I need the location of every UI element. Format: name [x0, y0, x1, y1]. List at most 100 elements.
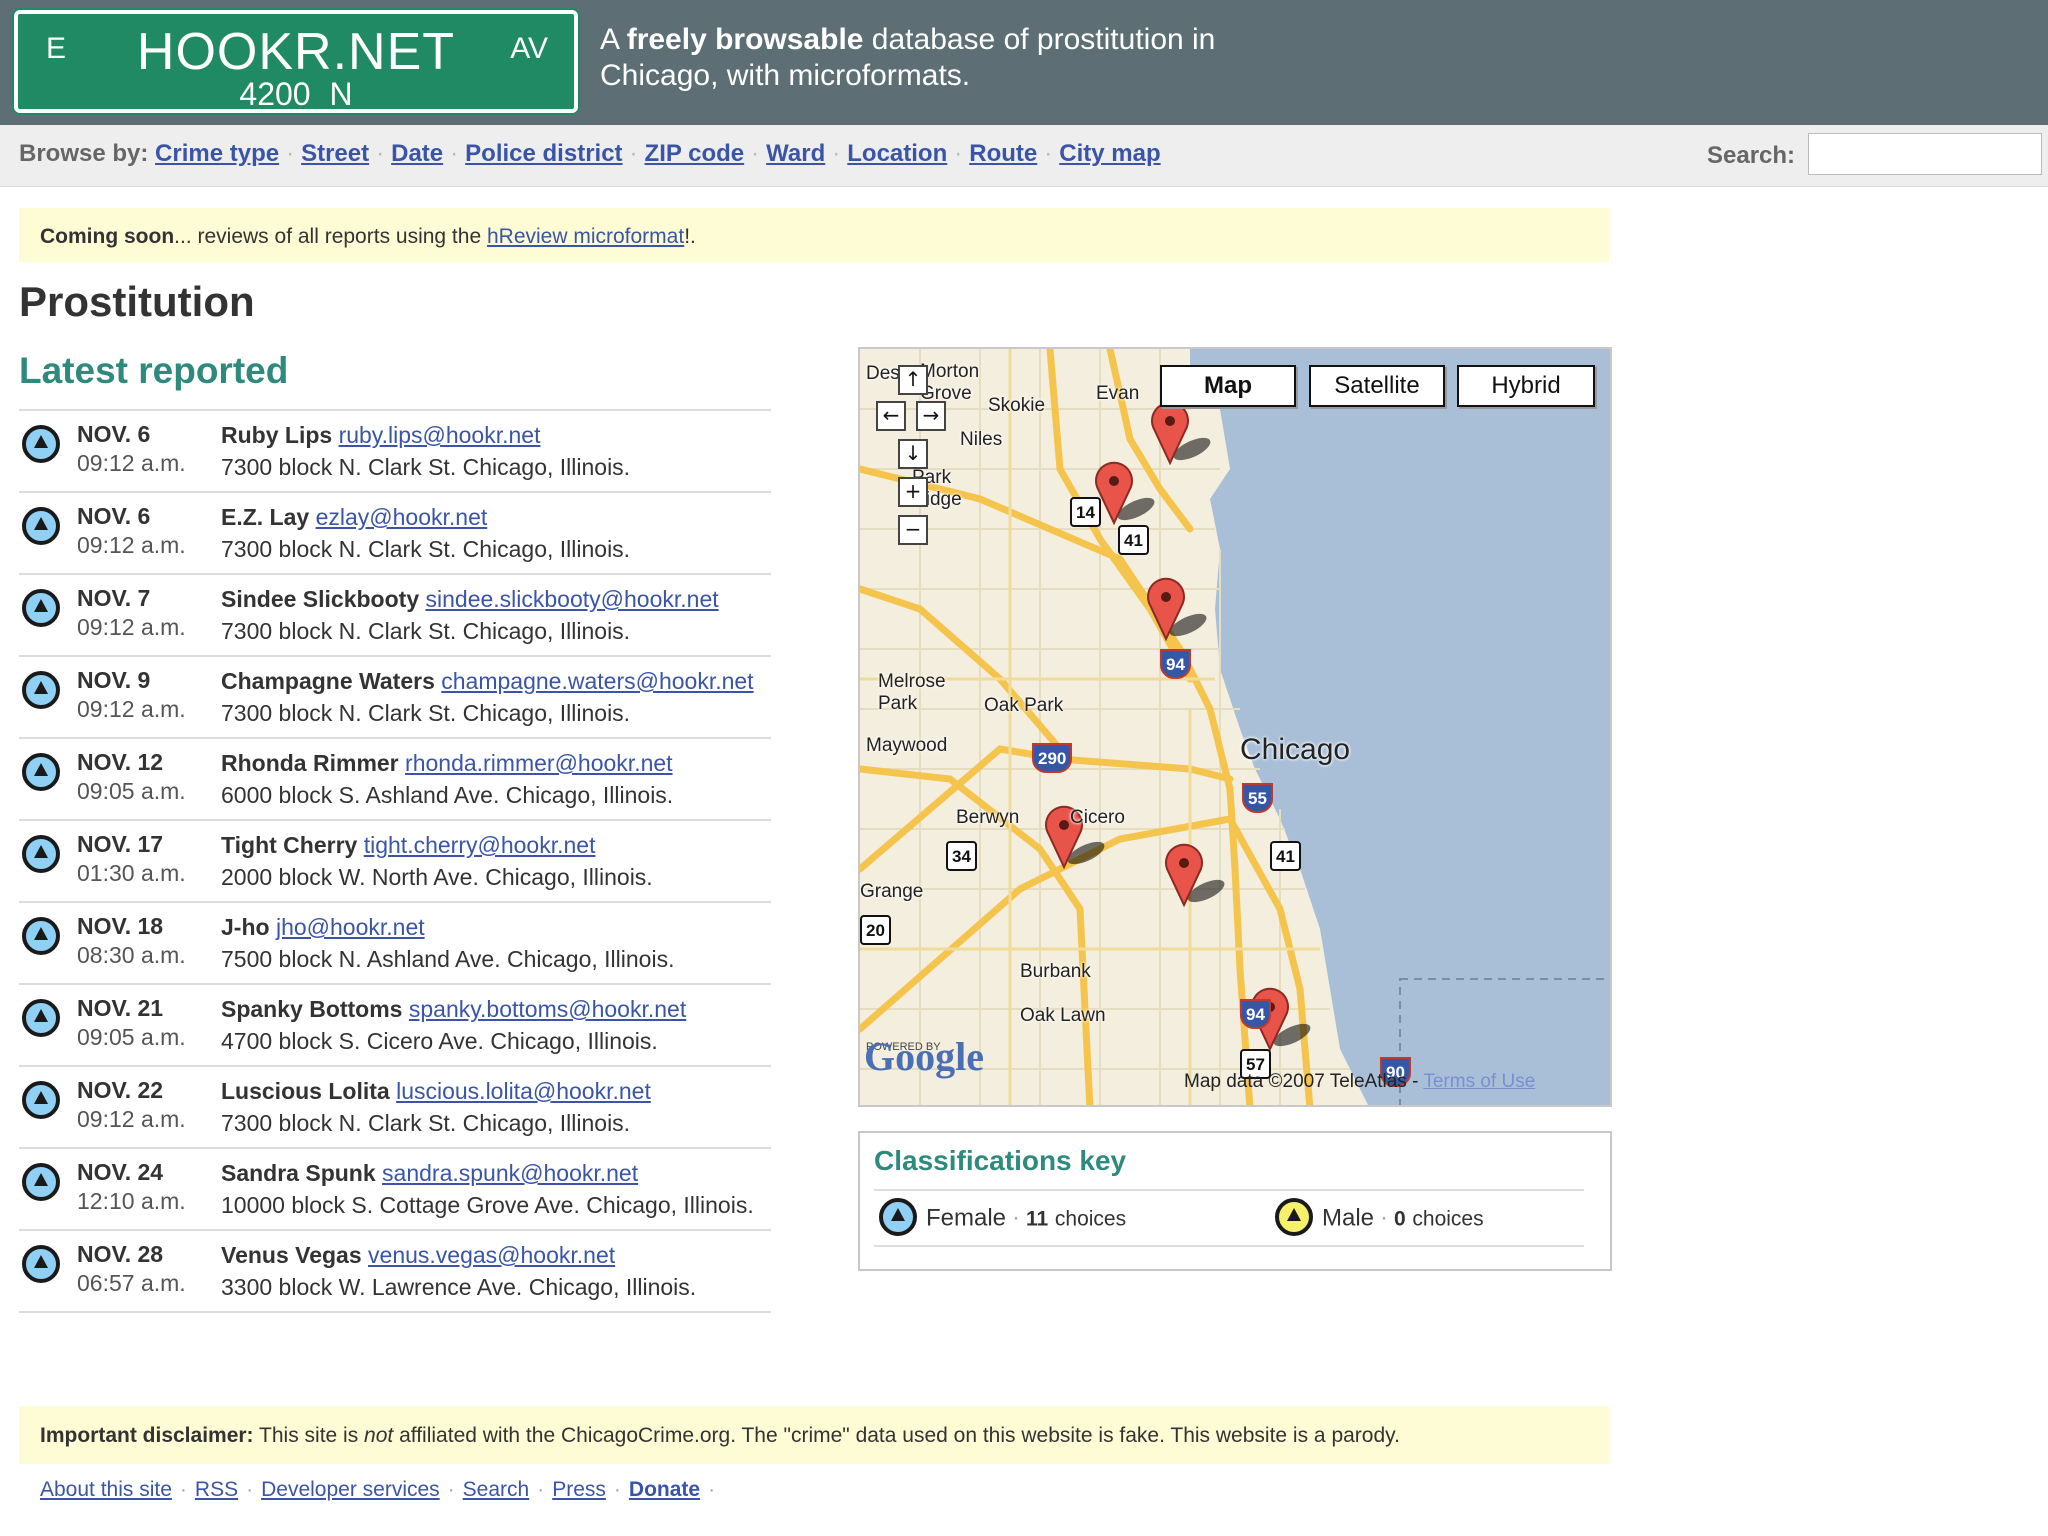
zoom-out-icon[interactable]: −: [898, 515, 928, 545]
browse-nav-bar: Browse by: Crime type · Street · Date · Police…: [0, 125, 2048, 187]
browse-zip-code-link[interactable]: ZIP code: [645, 140, 745, 167]
map-canvas[interactable]: [860, 349, 1612, 1107]
footer-developer-services-link[interactable]: Developer services: [261, 1478, 440, 1501]
classification-triangle-icon[interactable]: [22, 835, 60, 873]
highway-shield-icon: 55: [1242, 783, 1273, 813]
report-email-link[interactable]: rhonda.rimmer@hookr.net: [405, 750, 673, 776]
report-date: NOV. 18: [77, 913, 164, 939]
classification-triangle-icon[interactable]: [22, 507, 60, 545]
report-time: 09:12 a.m.: [77, 696, 186, 722]
search-input[interactable]: [1808, 133, 2042, 175]
report-email-link[interactable]: jho@hookr.net: [276, 914, 425, 940]
report-date: NOV. 17: [77, 831, 164, 857]
pan-left-icon[interactable]: ←: [876, 401, 906, 431]
footer-donate-link[interactable]: Donate: [629, 1478, 700, 1501]
map-type-hybrid-button[interactable]: Hybrid: [1457, 365, 1595, 407]
pan-up-icon[interactable]: ↑: [898, 365, 928, 395]
search-label: Search:: [1707, 142, 1796, 169]
report-email-link[interactable]: venus.vegas@hookr.net: [368, 1242, 615, 1268]
key-dot: ·: [1380, 1204, 1389, 1232]
browse-city-map-link[interactable]: City map: [1059, 140, 1160, 167]
classification-triangle-icon[interactable]: [22, 917, 60, 955]
classification-triangle-icon[interactable]: [22, 671, 60, 709]
report-info: Spanky Bottoms spanky.bottoms@hookr.net 4…: [221, 993, 771, 1057]
key-male[interactable]: Male · 0 choices: [1272, 1198, 1484, 1238]
key-male-suffix: choices: [1412, 1207, 1484, 1231]
map-label-chicago: Chicago: [1240, 733, 1351, 766]
report-info: E.Z. Lay ezlay@hookr.net 7300 block N. Cl…: [221, 501, 771, 565]
footer-rss-link[interactable]: RSS: [195, 1478, 238, 1501]
classifications-key-row: Female · 11 choices Male · 0 choices: [874, 1189, 1584, 1247]
report-date: NOV. 9: [77, 667, 151, 693]
classification-triangle-icon[interactable]: [22, 425, 60, 463]
pan-down-icon[interactable]: ↓: [898, 439, 928, 469]
site-logo-street-sign[interactable]: E HOOKR.NET AV 4200 N: [14, 10, 578, 113]
classification-triangle-icon[interactable]: [22, 753, 60, 791]
map-type-satellite-button[interactable]: Satellite: [1309, 365, 1445, 407]
browse-route-link[interactable]: Route: [969, 140, 1037, 167]
tagline-prefix: A: [600, 23, 627, 56]
report-address: 7300 block N. Clark St. Chicago, Illinoi…: [221, 700, 631, 726]
map-label-oak-park: Oak Park: [984, 695, 1064, 716]
browse-street-link[interactable]: Street: [301, 140, 369, 167]
zoom-in-icon[interactable]: +: [898, 477, 928, 507]
footer-search-link[interactable]: Search: [463, 1478, 530, 1501]
pan-right-icon[interactable]: →: [916, 401, 946, 431]
map-terms-link[interactable]: Terms of Use: [1423, 1071, 1535, 1092]
report-time: 09:12 a.m.: [77, 1106, 186, 1132]
map-label-skokie: Skokie: [988, 395, 1046, 416]
report-email-link[interactable]: ezlay@hookr.net: [316, 504, 488, 530]
report-address: 10000 block S. Cottage Grove Ave. Chicag…: [221, 1192, 754, 1218]
female-triangle-icon: [879, 1198, 917, 1236]
report-address: 7300 block N. Clark St. Chicago, Illinoi…: [221, 618, 631, 644]
browse-crime-type-link[interactable]: Crime type: [155, 140, 279, 167]
browse-by: Browse by: Crime type · Street · Date · Police…: [19, 140, 1161, 168]
report-email-link[interactable]: ruby.lips@hookr.net: [339, 422, 541, 448]
footer-about-this-site-link[interactable]: About this site: [40, 1478, 172, 1501]
report-date: NOV. 22: [77, 1077, 164, 1103]
highway-shield-icon: 34: [946, 841, 977, 871]
highway-shield-icon: 14: [1070, 497, 1101, 527]
coming-soon-notice: Coming soon... reviews of all reports us…: [19, 208, 1609, 262]
footer-press-link[interactable]: Press: [552, 1478, 606, 1501]
report-name: Ruby Lips: [221, 422, 333, 448]
report-email-link[interactable]: champagne.waters@hookr.net: [441, 668, 753, 694]
browse-date-link[interactable]: Date: [391, 140, 443, 167]
report-email-link[interactable]: sindee.slickbooty@hookr.net: [426, 586, 719, 612]
report-name: Sindee Slickbooty: [221, 586, 420, 612]
key-female-suffix: choices: [1054, 1207, 1127, 1231]
classification-triangle-icon[interactable]: [22, 1163, 60, 1201]
nav-separator: ·: [832, 140, 841, 167]
report-info: Sindee Slickbooty sindee.slickbooty@hook…: [221, 583, 771, 647]
city-map[interactable]: Des Morton Grove Evan Skokie Niles Park Ridge…: [858, 347, 1612, 1107]
report-name: Luscious Lolita: [221, 1078, 390, 1104]
google-logo[interactable]: Google: [864, 1033, 984, 1080]
browse-ward-link[interactable]: Ward: [766, 140, 825, 167]
disclaimer-bold: Important disclaimer:: [40, 1424, 254, 1447]
disclaimer-notice: Important disclaimer: This site is not a…: [19, 1406, 1609, 1464]
classification-triangle-icon[interactable]: [22, 1081, 60, 1119]
nav-separator: ·: [629, 140, 638, 167]
hreview-microformat-link[interactable]: hReview microformat: [487, 225, 684, 248]
report-email-link[interactable]: tight.cherry@hookr.net: [364, 832, 596, 858]
report-email-link[interactable]: spanky.bottoms@hookr.net: [409, 996, 686, 1022]
key-female[interactable]: Female · 11 choices: [876, 1198, 1127, 1238]
map-copyright-text: Map data ©2007 TeleAtlas -: [1184, 1071, 1424, 1092]
report-row: NOV. 17 01:30 a.m. Tight Cherry tight.cher…: [19, 819, 771, 901]
classification-triangle-icon[interactable]: [22, 999, 60, 1037]
report-date: NOV. 21: [77, 995, 164, 1021]
footer-separator: ·: [179, 1478, 187, 1501]
report-time: 12:10 a.m.: [77, 1188, 186, 1214]
browse-police-district-link[interactable]: Police district: [465, 140, 622, 167]
report-email-link[interactable]: sandra.spunk@hookr.net: [382, 1160, 638, 1186]
report-email-link[interactable]: luscious.lolita@hookr.net: [396, 1078, 651, 1104]
report-time: 06:57 a.m.: [77, 1270, 186, 1296]
map-label-melrose-park: Melrose Park: [878, 671, 946, 714]
classification-triangle-icon[interactable]: [22, 589, 60, 627]
map-label-des: Des: [866, 363, 900, 384]
browse-location-link[interactable]: Location: [847, 140, 947, 167]
report-time: 09:12 a.m.: [77, 532, 186, 558]
map-type-map-button[interactable]: Map: [1160, 365, 1296, 407]
classification-triangle-icon[interactable]: [22, 1245, 60, 1283]
male-triangle-icon: [1275, 1198, 1313, 1236]
